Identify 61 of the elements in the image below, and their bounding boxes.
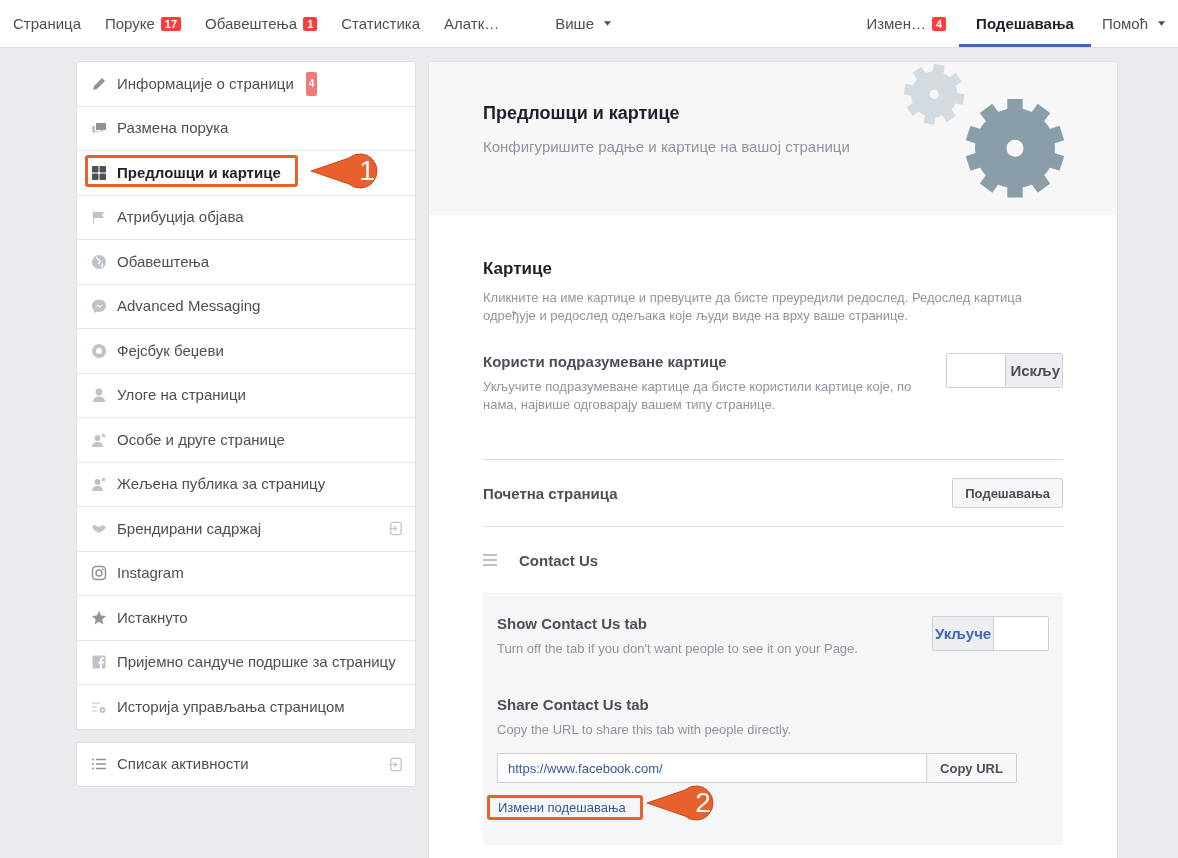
nav-tab[interactable]: Више: [544, 0, 624, 47]
nav-tab[interactable]: Поруке 17: [94, 0, 195, 47]
sidebar-item[interactable]: Жељена публика за страницу: [77, 462, 415, 507]
toggle-switch[interactable]: Укључе: [932, 616, 1049, 651]
nav-tab[interactable]: Обавештења 1: [194, 0, 331, 47]
nav-tab[interactable]: Подешавања: [959, 0, 1091, 47]
setting-title: Show Contact Us tab: [497, 615, 648, 632]
setting-description: Turn off the tab if you don't want people to see it on your Page.: [497, 640, 858, 658]
settings-button[interactable]: Подешавања: [952, 478, 1063, 508]
flag-icon: [91, 209, 107, 226]
sidebar-item[interactable]: Улоге на страници: [77, 373, 415, 418]
sidebar-item[interactable]: Instagram: [77, 551, 415, 596]
pencil-icon: [91, 75, 107, 92]
page-subtitle: Конфигуришите радње и картице на вашој страници: [483, 138, 850, 155]
sidebar-item[interactable]: Историја управљања страницом: [77, 685, 415, 729]
copy-url-button[interactable]: Copy URL: [927, 753, 1017, 783]
section-description: Кликните на име картице и превуците да бисте преуредили редослед. Редослед картица одређује и редослед одељака које људи виде на врху ваше странице.: [483, 289, 1024, 325]
sidebar-item[interactable]: Особе и друге странице: [77, 418, 415, 463]
instagram-icon: [91, 565, 107, 582]
facebook-icon: [91, 654, 107, 671]
count-badge: 17: [160, 16, 182, 31]
edit-settings-link[interactable]: Измени подешавања: [487, 795, 643, 820]
sidebar-item[interactable]: Фејсбук беџеви: [77, 329, 415, 374]
messenger-icon: [91, 298, 107, 315]
setting-title: Користи подразумеване картице: [483, 353, 728, 370]
sidebar-item[interactable]: Advanced Messaging: [77, 284, 415, 329]
sidebar-item[interactable]: Обавештења: [77, 240, 415, 285]
nav-tab[interactable]: Измен… 4: [855, 0, 960, 47]
page-title: Предлошци и картице: [483, 103, 681, 124]
url-field[interactable]: https://www.facebook.com/: [497, 753, 927, 783]
sidebar-item[interactable]: Информације о страници 4: [77, 62, 415, 107]
person-icon: [91, 387, 107, 404]
sidebar-item[interactable]: Размена порука: [77, 106, 415, 151]
nav-tab[interactable]: Страница: [2, 0, 94, 47]
nav-tab[interactable]: Статистика: [330, 0, 434, 47]
setting-title: Share Contact Us tab: [497, 696, 650, 713]
count-badge: 1: [303, 16, 318, 31]
globe-icon: [91, 253, 107, 270]
tab-title: Почетна страница: [483, 484, 618, 502]
chat-icon: [91, 120, 107, 137]
sidebar-item[interactable]: Истакнуто: [77, 596, 415, 641]
person-icon: [91, 476, 107, 493]
sidebar-item[interactable]: Списак активности: [77, 742, 415, 786]
nav-tab[interactable]: Алатк…: [433, 0, 545, 47]
star-icon: [91, 609, 107, 626]
sidebar-item[interactable]: Пријемно сандуче подршке за страницу: [77, 640, 415, 685]
tab-title: Contact Us: [519, 551, 599, 569]
grid-icon: [91, 164, 107, 181]
toggle-switch[interactable]: Искљу: [946, 353, 1063, 388]
sidebar-item[interactable]: Брендирани садржај: [77, 507, 415, 552]
person-icon: [91, 431, 107, 448]
section-title: Картице: [483, 259, 553, 279]
sidebar-item[interactable]: Атрибуција објава: [77, 195, 415, 240]
nav-tab[interactable]: Помоћ: [1090, 0, 1178, 47]
badge-icon: [91, 342, 107, 359]
setting-description: Copy the URL to share this tab with people directly.: [497, 721, 793, 739]
count-badge: 4: [932, 16, 947, 31]
setting-description: Укључите подразумеване картице да бисте користили картице које, по нама, највише одговарају вашем типу странице.: [483, 378, 913, 414]
drag-handle-icon[interactable]: [483, 554, 497, 566]
sidebar-item[interactable]: Предлошци и картице 1: [77, 151, 415, 196]
count-badge: 4: [305, 71, 318, 96]
